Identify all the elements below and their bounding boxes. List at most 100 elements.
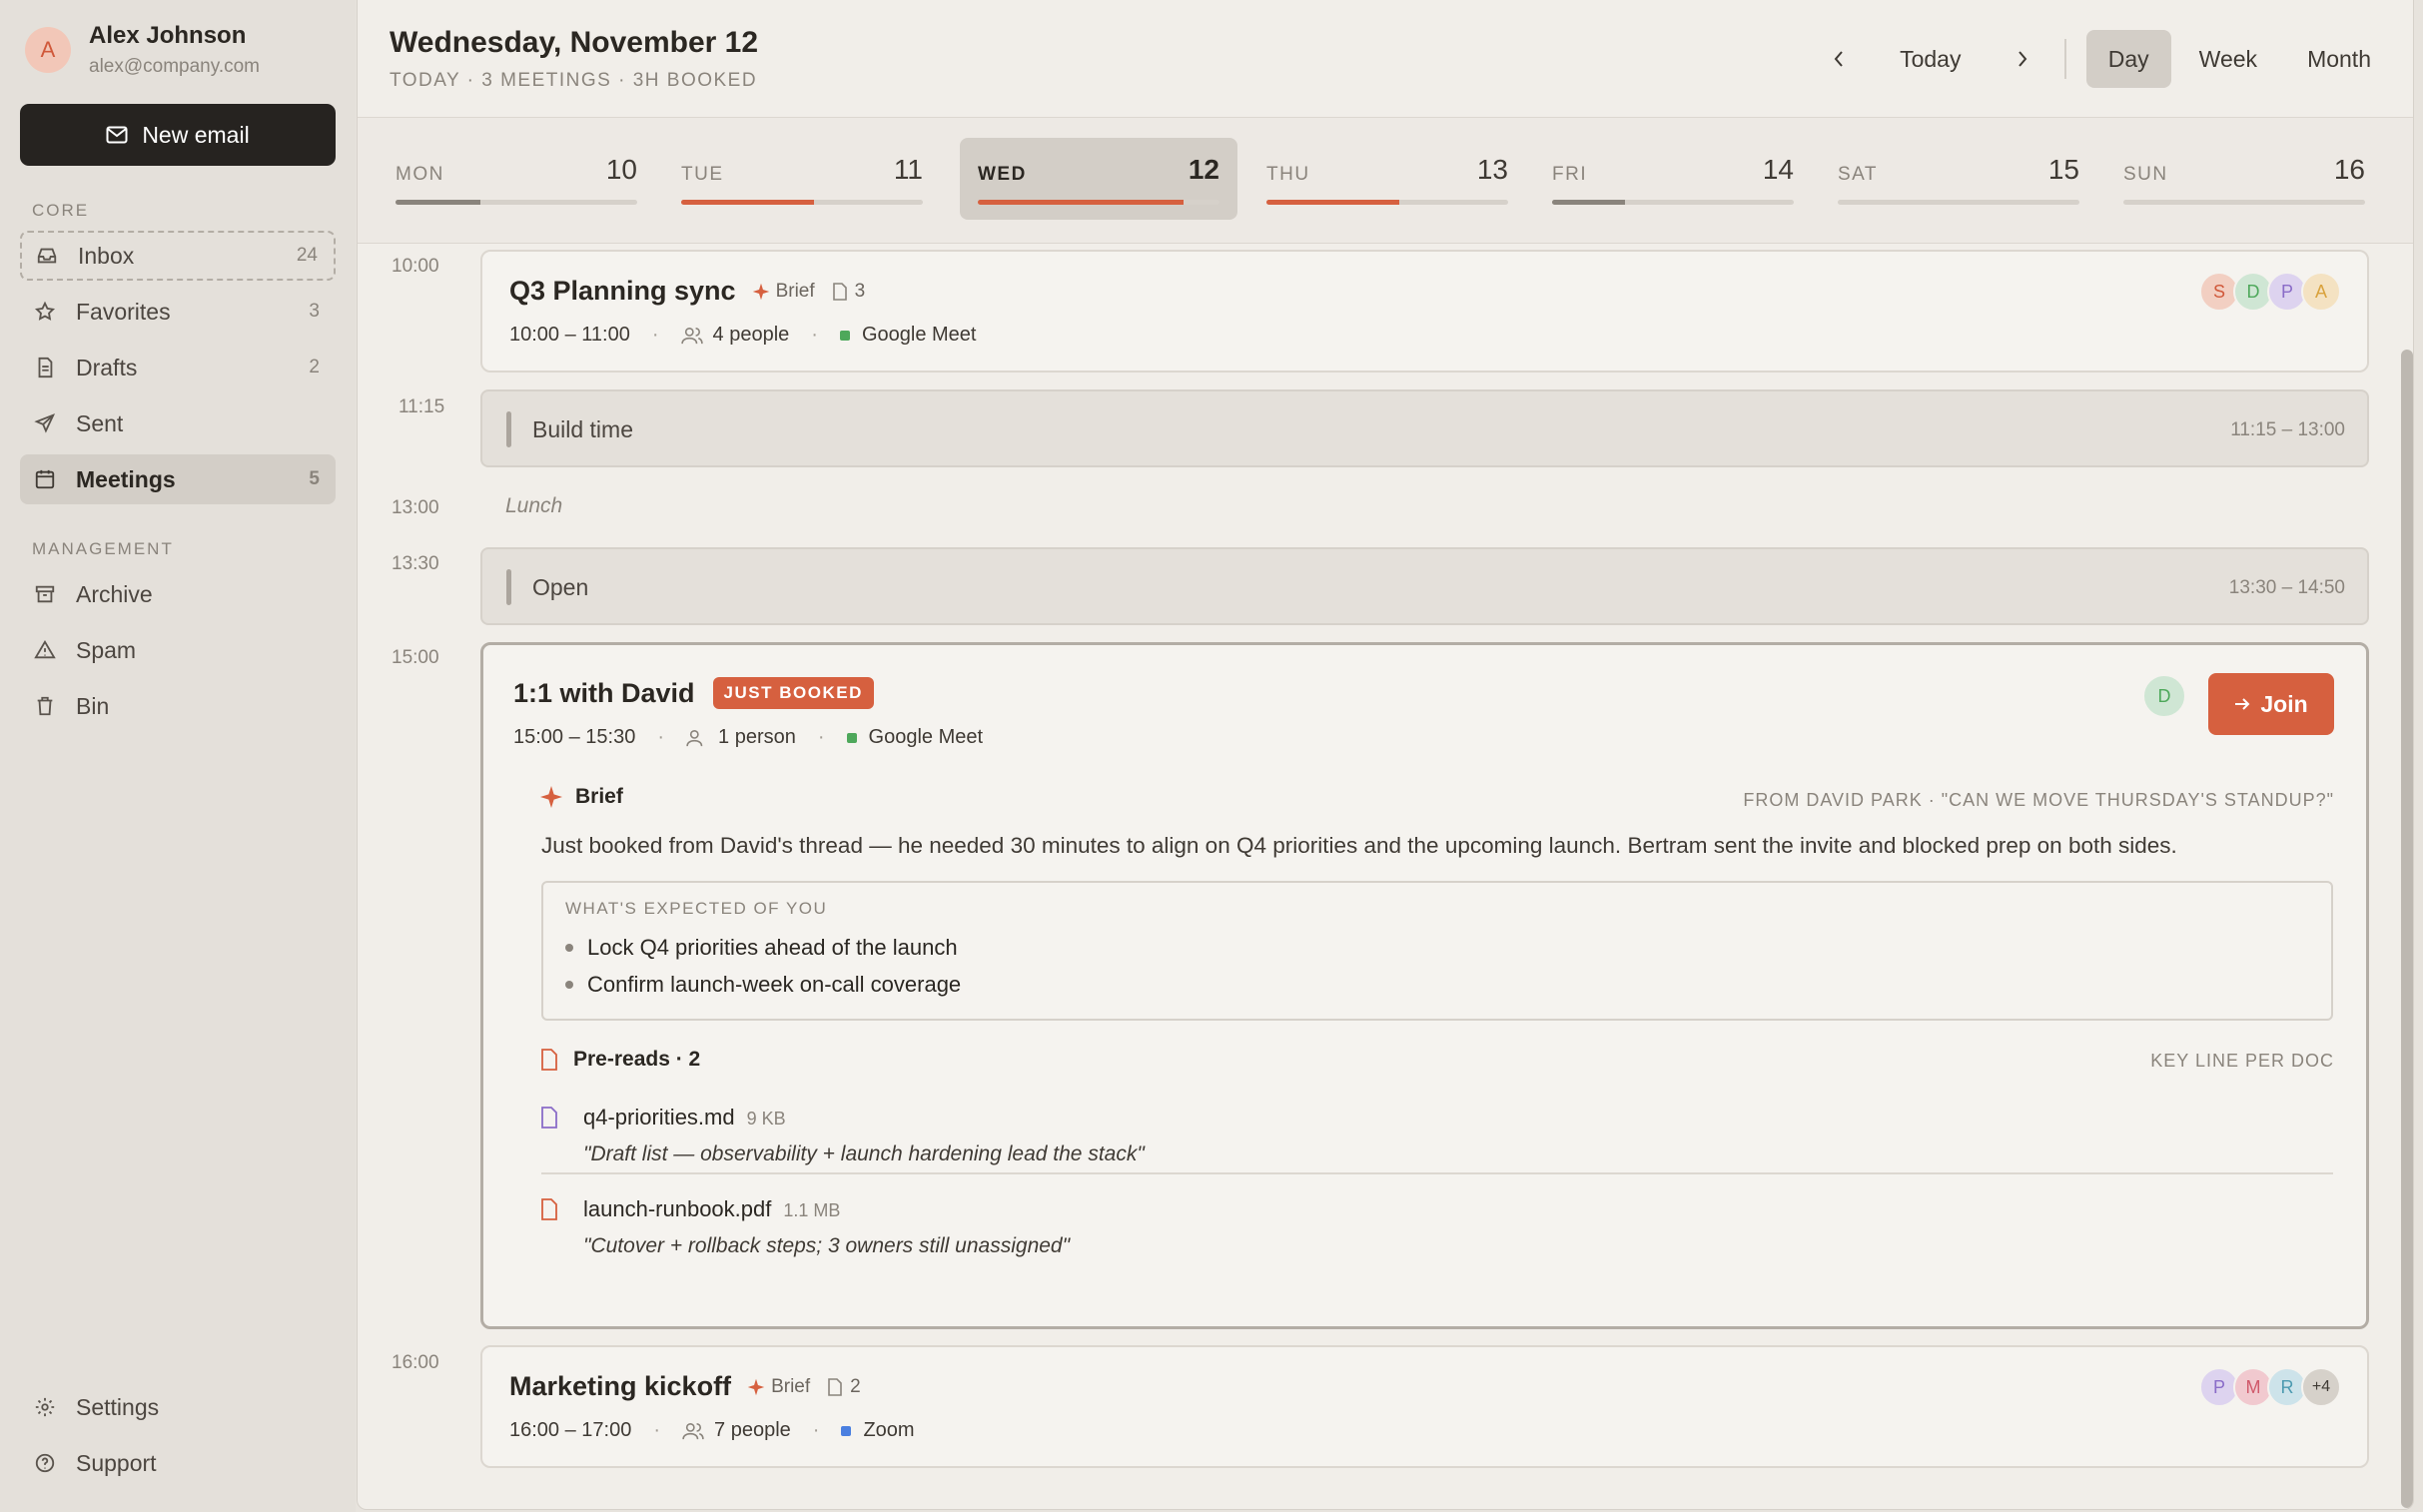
time-label: 13:30 bbox=[392, 553, 439, 574]
sidebar-item-count: 3 bbox=[309, 301, 320, 322]
day-number: 11 bbox=[893, 154, 923, 185]
expectations-box: WHAT'S EXPECTED OF YOU Lock Q4 prioritie… bbox=[541, 881, 2333, 1021]
prev-day-button[interactable] bbox=[1817, 30, 1861, 88]
block-marker bbox=[506, 411, 511, 447]
join-button[interactable]: Join bbox=[2208, 673, 2334, 735]
view-day-button[interactable]: Day bbox=[2085, 30, 2171, 88]
sidebar-item-label: Archive bbox=[76, 580, 153, 607]
document-icon bbox=[541, 1049, 557, 1071]
sidebar-item-spam[interactable]: Spam bbox=[20, 625, 336, 675]
file-keyline: "Cutover + rollback steps; 3 owners stil… bbox=[583, 1234, 1071, 1257]
day-fri[interactable]: FRI 14 bbox=[1534, 138, 1812, 220]
day-sun[interactable]: SUN 16 bbox=[2105, 138, 2383, 220]
day-load-bar bbox=[2123, 200, 2365, 205]
event-location: Google Meet bbox=[868, 726, 984, 748]
arrow-right-icon bbox=[2235, 698, 2250, 710]
calendar-icon bbox=[35, 469, 55, 489]
page-title: Wednesday, November 12 bbox=[390, 26, 759, 59]
day-name: SUN bbox=[2123, 164, 2168, 185]
day-mon[interactable]: MON 10 bbox=[378, 138, 655, 220]
sidebar-item-label: Sent bbox=[76, 409, 124, 436]
time-block-build[interactable]: Build time 11:15 – 13:00 bbox=[480, 389, 2369, 467]
time-block-open[interactable]: Open 13:30 – 14:50 bbox=[480, 547, 2369, 625]
document-icon bbox=[828, 1377, 842, 1396]
file-name: launch-runbook.pdf bbox=[583, 1196, 772, 1221]
doc-icon bbox=[541, 1107, 557, 1129]
just-booked-badge: JUST BOOKED bbox=[712, 677, 874, 709]
sidebar-item-support[interactable]: Support bbox=[20, 1438, 336, 1488]
more-attendees: +4 bbox=[2301, 1367, 2341, 1407]
day-load-bar bbox=[1552, 200, 1794, 205]
new-email-button[interactable]: New email bbox=[20, 104, 336, 166]
attendee-avatar: D bbox=[2142, 674, 2186, 718]
expectation-item: Lock Q4 priorities ahead of the launch bbox=[565, 935, 958, 961]
event-card-marketing-kickoff[interactable]: Marketing kickoff Brief 2 16:00 – 17:00 … bbox=[480, 1345, 2369, 1468]
day-thu[interactable]: THU 13 bbox=[1248, 138, 1526, 220]
next-day-button[interactable] bbox=[2001, 30, 2044, 88]
brief-summary: Just booked from David's thread — he nee… bbox=[541, 833, 2177, 858]
sidebar-item-label: Bin bbox=[76, 692, 110, 719]
event-card-q3-planning[interactable]: Q3 Planning sync Brief 3 10:00 – 11:00 ·… bbox=[480, 250, 2369, 373]
section-core: CORE bbox=[32, 201, 90, 220]
sidebar-item-inbox[interactable]: Inbox 24 bbox=[20, 231, 336, 281]
file-size: 1.1 MB bbox=[783, 1200, 841, 1220]
docs-count-value: 3 bbox=[854, 280, 866, 302]
sidebar-item-meetings[interactable]: Meetings 5 bbox=[20, 454, 336, 504]
sidebar-item-sent[interactable]: Sent bbox=[20, 398, 336, 448]
sidebar-item-label: Meetings bbox=[76, 465, 176, 492]
day-load-bar bbox=[681, 200, 923, 205]
sidebar-item-bin[interactable]: Bin bbox=[20, 681, 336, 731]
block-label: Open bbox=[532, 574, 589, 600]
expectations-heading: WHAT'S EXPECTED OF YOU bbox=[565, 899, 828, 918]
today-button[interactable]: Today bbox=[1861, 30, 2001, 88]
event-title: 1:1 with David bbox=[513, 677, 695, 708]
sidebar-item-label: Spam bbox=[76, 636, 137, 663]
chevron-left-icon bbox=[1834, 51, 1843, 67]
calendar-panel: Wednesday, November 12 TODAY · 3 MEETING… bbox=[357, 0, 2414, 1510]
scrollbar[interactable] bbox=[2401, 350, 2413, 1508]
event-card-david[interactable]: 1:1 with David JUST BOOKED 15:00 – 15:30… bbox=[480, 642, 2369, 1329]
warning-icon bbox=[34, 639, 56, 659]
sidebar: A Alex Johnson alex@company.com New emai… bbox=[0, 0, 356, 1512]
brief-label: Brief bbox=[775, 280, 815, 302]
join-label: Join bbox=[2260, 690, 2308, 717]
profile[interactable]: A Alex Johnson alex@company.com bbox=[20, 0, 336, 100]
sidebar-item-settings[interactable]: Settings bbox=[20, 1382, 336, 1432]
day-load-bar bbox=[978, 200, 1219, 205]
brief-source: FROM DAVID PARK · "CAN WE MOVE THURSDAY'… bbox=[1743, 790, 2334, 810]
day-tue[interactable]: TUE 11 bbox=[663, 138, 941, 220]
sparkle-icon bbox=[747, 1378, 765, 1395]
view-month-button[interactable]: Month bbox=[2285, 30, 2393, 88]
event-time: 16:00 – 17:00 bbox=[509, 1419, 632, 1441]
sidebar-item-count: 24 bbox=[296, 245, 318, 266]
zoom-indicator bbox=[841, 1425, 852, 1436]
sidebar-item-drafts[interactable]: Drafts 2 bbox=[20, 343, 336, 392]
day-sat[interactable]: SAT 15 bbox=[1820, 138, 2097, 220]
view-week-button[interactable]: Week bbox=[2177, 30, 2279, 88]
docs-count-value: 2 bbox=[850, 1375, 861, 1397]
sidebar-item-label: Favorites bbox=[76, 298, 171, 325]
preread-file[interactable]: launch-runbook.pdf 1.1 MB "Cutover + roll… bbox=[541, 1196, 2333, 1266]
day-load-bar bbox=[1838, 200, 2079, 205]
document-icon bbox=[832, 282, 847, 301]
preread-file[interactable]: q4-priorities.md 9 KB "Draft list — obser… bbox=[541, 1105, 2333, 1174]
keyline-label: KEY LINE PER DOC bbox=[2150, 1051, 2334, 1071]
sidebar-item-label: Inbox bbox=[78, 242, 135, 269]
day-wed[interactable]: WED 12 bbox=[960, 138, 1237, 220]
sparkle-icon bbox=[752, 283, 769, 300]
block-range: 11:15 – 13:00 bbox=[2230, 419, 2345, 440]
day-name: TUE bbox=[681, 164, 724, 185]
block-marker bbox=[506, 569, 511, 605]
day-name: FRI bbox=[1552, 164, 1588, 185]
day-number: 13 bbox=[1476, 154, 1508, 185]
day-load-bar bbox=[396, 200, 637, 205]
file-size: 9 KB bbox=[746, 1109, 786, 1129]
event-people: 1 person bbox=[718, 726, 796, 748]
sidebar-item-favorites[interactable]: Favorites 3 bbox=[20, 287, 336, 337]
docs-count: 3 bbox=[832, 280, 866, 303]
sidebar-item-archive[interactable]: Archive bbox=[20, 569, 336, 619]
event-time: 10:00 – 11:00 bbox=[509, 324, 630, 346]
block-label: Build time bbox=[532, 416, 633, 442]
event-title: Marketing kickoff bbox=[509, 1371, 732, 1401]
docs-count: 2 bbox=[828, 1376, 861, 1398]
